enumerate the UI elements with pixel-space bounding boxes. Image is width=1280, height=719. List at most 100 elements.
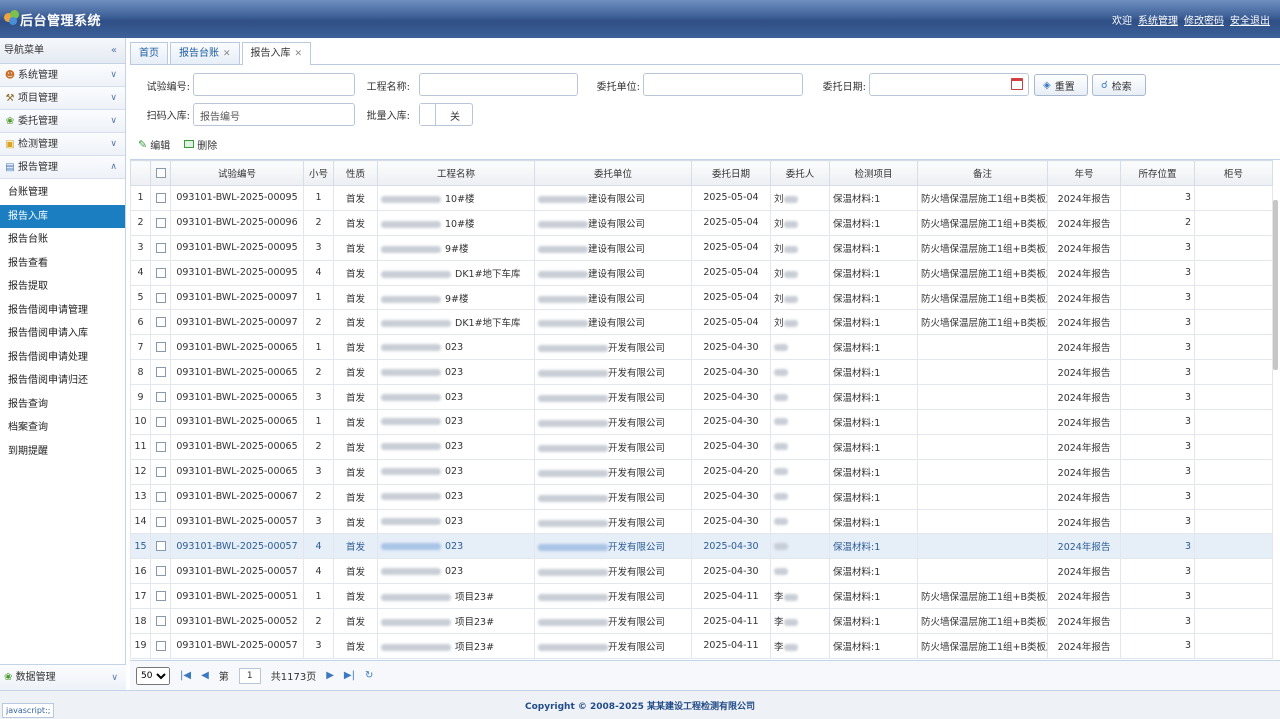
scan-input[interactable]: 报告编号 [193,103,355,126]
vertical-scrollbar[interactable] [1273,200,1278,370]
row-checkbox[interactable] [150,483,171,510]
checkbox[interactable] [155,566,166,577]
checkbox[interactable] [155,317,166,328]
edit-button[interactable]: ✎ 编辑 [138,136,170,152]
tab-report-intake[interactable]: 报告入库 ✕ [241,42,312,65]
table-row[interactable]: 2 093101-BWL-2025-00096 2 首发 10#楼 建设有限公司 2025-… [130,209,1273,236]
search-button[interactable]: ☌ 检索 [1092,74,1146,96]
row-checkbox[interactable] [150,458,171,485]
column-header[interactable]: 柜号 [1194,160,1273,186]
sidebar-item-expiry-reminder[interactable]: 到期提醒 [0,440,125,464]
table-row[interactable]: 1 093101-BWL-2025-00095 1 首发 10#楼 建设有限公司 2025-… [130,185,1273,211]
column-header[interactable]: 工程名称 [377,160,535,186]
row-checkbox[interactable] [150,384,171,411]
table-row[interactable]: 4 093101-BWL-2025-00095 4 首发 DK1#地下车库 建设有限公司 2… [130,259,1273,286]
checkbox[interactable] [155,292,166,303]
sidebar-item-borrow-manage[interactable]: 报告借阅申请管理 [0,299,125,323]
row-checkbox[interactable] [150,508,171,535]
row-checkbox[interactable] [150,209,171,236]
unit-input[interactable] [643,73,803,96]
checkbox[interactable] [155,541,166,552]
checkbox[interactable] [155,217,166,228]
sidebar-group-project[interactable]: ⚒ 项目管理 ∨ [0,87,125,110]
select-all-checkbox[interactable] [150,160,171,186]
checkbox[interactable] [155,192,166,203]
checkbox[interactable] [155,591,166,602]
column-header[interactable]: 委托人 [770,160,830,186]
table-row[interactable]: 6 093101-BWL-2025-00097 2 首发 DK1#地下车库 建设有限公司 2… [130,309,1273,336]
checkbox[interactable] [155,367,166,378]
column-header[interactable]: 所存位置 [1120,160,1195,186]
change-password-link[interactable]: 修改密码 [1184,12,1224,27]
page-size-select[interactable]: 50 [136,666,170,685]
tab-report-ledger[interactable]: 报告台账 ✕ [170,42,240,64]
table-row[interactable]: 19 093101-BWL-2025-00057 3 首发 项目23# 开发有限公司 202… [130,633,1273,659]
checkbox[interactable] [155,342,166,353]
table-row[interactable]: 7 093101-BWL-2025-00065 1 首发 023 开发有限公司 2025-0… [130,334,1273,361]
row-checkbox[interactable] [150,309,171,336]
bulk-intake-toggle[interactable]: 关 [419,103,473,126]
sidebar-item-report-intake[interactable]: 报告入库 [0,204,125,228]
row-checkbox[interactable] [150,334,171,361]
row-checkbox[interactable] [150,533,171,560]
sidebar-group-system[interactable]: ☻ 系统管理 ∨ [0,64,125,87]
table-row[interactable]: 16 093101-BWL-2025-00057 4 首发 023 开发有限公司 2025-… [130,558,1273,585]
next-page-icon[interactable]: ▶ [326,670,334,681]
sidebar-item-report-extract[interactable]: 报告提取 [0,275,125,299]
sidebar-item-borrow-return[interactable]: 报告借阅申请归还 [0,369,125,393]
sidebar-item-ledger[interactable]: 台账管理 [0,181,125,205]
row-checkbox[interactable] [150,433,171,460]
row-checkbox[interactable] [150,359,171,386]
table-row[interactable]: 15 093101-BWL-2025-00057 4 首发 023 开发有限公司 2025-… [130,533,1273,560]
column-header[interactable]: 委托日期 [691,160,771,186]
checkbox[interactable] [155,491,166,502]
table-row[interactable]: 18 093101-BWL-2025-00052 2 首发 项目23# 开发有限公司 202… [130,608,1273,635]
column-header[interactable]: 委托单位 [534,160,692,186]
row-checkbox[interactable] [150,185,171,211]
table-row[interactable]: 9 093101-BWL-2025-00065 3 首发 023 开发有限公司 2025-0… [130,384,1273,411]
first-page-icon[interactable]: |◀ [180,670,191,681]
row-checkbox[interactable] [150,409,171,435]
table-row[interactable]: 13 093101-BWL-2025-00067 2 首发 023 开发有限公司 2025-… [130,483,1273,510]
sidebar-item-report-view[interactable]: 报告查看 [0,252,125,276]
column-header[interactable]: 小号 [303,160,334,186]
row-checkbox[interactable] [150,234,171,261]
refresh-icon[interactable]: ↻ [365,670,373,681]
calendar-icon[interactable] [1011,78,1023,90]
page-number-input[interactable]: 1 [238,667,261,684]
table-row[interactable]: 5 093101-BWL-2025-00097 1 首发 9#楼 建设有限公司 2025-0… [130,284,1273,311]
logout-link[interactable]: 安全退出 [1230,12,1270,27]
reset-button[interactable]: ◈ 重置 [1034,74,1088,96]
sidebar-item-report-search[interactable]: 报告查询 [0,393,125,417]
sidebar-group-entrust[interactable]: ❀ 委托管理 ∨ [0,110,125,133]
table-row[interactable]: 8 093101-BWL-2025-00065 2 首发 023 开发有限公司 2025-0… [130,359,1273,386]
table-row[interactable]: 3 093101-BWL-2025-00095 3 首发 9#楼 建设有限公司 2025-0… [130,234,1273,261]
sidebar-group-data[interactable]: ❀ 数据管理 ∨ [0,664,126,690]
checkbox[interactable] [155,441,166,452]
column-header[interactable]: 试验编号 [170,160,304,186]
column-header[interactable]: 备注 [917,160,1048,186]
checkbox[interactable] [155,640,166,651]
date-input[interactable] [869,73,1029,96]
checkbox[interactable] [155,466,166,477]
report-no-input[interactable] [193,73,355,96]
checkbox[interactable] [155,616,166,627]
sidebar-item-borrow-intake[interactable]: 报告借阅申请入库 [0,322,125,346]
table-row[interactable]: 14 093101-BWL-2025-00057 3 首发 023 开发有限公司 2025-… [130,508,1273,535]
checkbox[interactable] [155,516,166,527]
table-row[interactable]: 11 093101-BWL-2025-00065 2 首发 023 开发有限公司 2025-… [130,433,1273,460]
checkbox[interactable] [155,416,166,427]
row-checkbox[interactable] [150,284,171,311]
table-row[interactable]: 17 093101-BWL-2025-00051 1 首发 项目23# 开发有限公司 202… [130,583,1273,610]
sidebar-item-borrow-process[interactable]: 报告借阅申请处理 [0,346,125,370]
column-header[interactable]: 性质 [333,160,378,186]
sidebar-item-report-ledger[interactable]: 报告台账 [0,228,125,252]
row-checkbox[interactable] [150,558,171,585]
sidebar-group-report[interactable]: ▤ 报告管理 ∧ [0,156,125,179]
row-checkbox[interactable] [150,608,171,635]
row-checkbox[interactable] [150,583,171,610]
table-row[interactable]: 10 093101-BWL-2025-00065 1 首发 023 开发有限公司 2025-… [130,409,1273,435]
sidebar-item-archive-search[interactable]: 档案查询 [0,416,125,440]
column-header[interactable]: 检测项目 [829,160,918,186]
checkbox[interactable] [155,242,166,253]
